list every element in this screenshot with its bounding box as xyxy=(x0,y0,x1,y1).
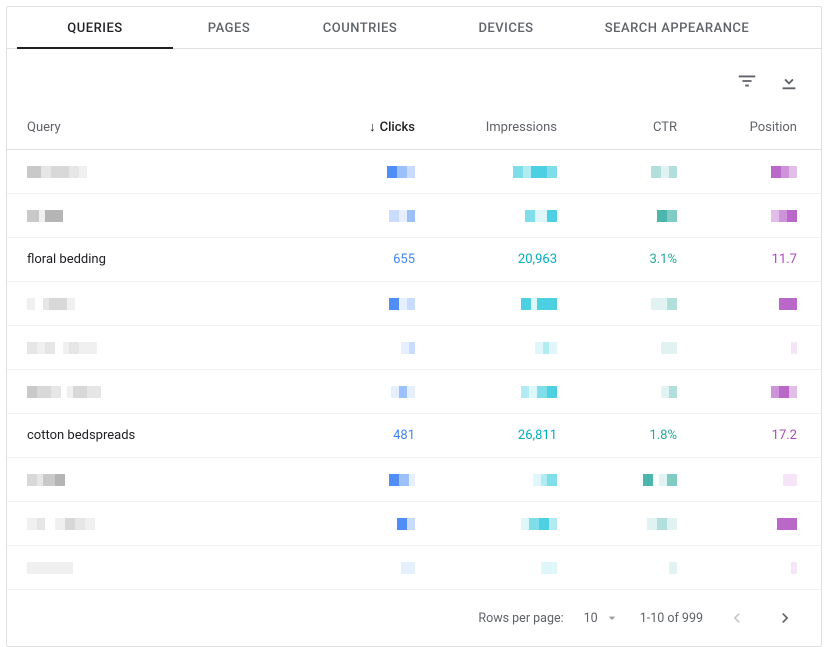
col-header-query[interactable]: Query xyxy=(7,101,339,150)
page-range: 1-10 of 999 xyxy=(640,611,703,626)
chevron-left-icon xyxy=(727,608,747,628)
table-row[interactable] xyxy=(7,194,821,238)
table-row[interactable] xyxy=(7,502,821,546)
tabs-bar: QUERIES PAGES COUNTRIES DEVICES SEARCH A… xyxy=(7,7,821,49)
table-row[interactable] xyxy=(7,370,821,414)
chevron-down-icon xyxy=(604,610,620,626)
filter-icon[interactable] xyxy=(735,69,759,93)
tab-queries[interactable]: QUERIES xyxy=(17,7,173,48)
download-icon[interactable] xyxy=(777,69,801,93)
query-cell: cotton bedspreads xyxy=(7,414,339,458)
impressions-cell: 26,811 xyxy=(439,414,581,458)
prev-page-button[interactable] xyxy=(723,604,751,632)
sort-descending-icon: ↓ xyxy=(369,119,376,135)
position-cell: 17.2 xyxy=(701,414,821,458)
col-header-ctr[interactable]: CTR xyxy=(581,101,701,150)
chevron-right-icon xyxy=(775,608,795,628)
table-footer: Rows per page: 10 1-10 of 999 xyxy=(7,590,821,646)
impressions-cell: 20,963 xyxy=(439,238,581,282)
col-header-clicks[interactable]: ↓Clicks xyxy=(339,101,439,150)
rows-per-page-label: Rows per page: xyxy=(478,611,563,626)
table-row[interactable]: floral bedding 655 20,963 3.1% 11.7 xyxy=(7,238,821,282)
col-header-position[interactable]: Position xyxy=(701,101,821,150)
tab-devices[interactable]: DEVICES xyxy=(435,7,577,48)
table-row[interactable] xyxy=(7,326,821,370)
rows-per-page-select[interactable]: 10 xyxy=(584,610,620,626)
table-row[interactable] xyxy=(7,458,821,502)
query-cell: floral bedding xyxy=(7,238,339,282)
performance-table: Query ↓Clicks Impressions CTR Position xyxy=(7,101,821,590)
clicks-cell: 481 xyxy=(339,414,439,458)
position-cell: 11.7 xyxy=(701,238,821,282)
next-page-button[interactable] xyxy=(771,604,799,632)
table-toolbar xyxy=(7,49,821,101)
table-row[interactable]: cotton bedspreads 481 26,811 1.8% 17.2 xyxy=(7,414,821,458)
table-row[interactable] xyxy=(7,546,821,590)
tab-search-appearance[interactable]: SEARCH APPEARANCE xyxy=(577,7,777,48)
table-row[interactable] xyxy=(7,282,821,326)
clicks-cell: 655 xyxy=(339,238,439,282)
tab-countries[interactable]: COUNTRIES xyxy=(285,7,435,48)
ctr-cell: 1.8% xyxy=(581,414,701,458)
ctr-cell: 3.1% xyxy=(581,238,701,282)
table-row[interactable] xyxy=(7,150,821,194)
tab-pages[interactable]: PAGES xyxy=(173,7,285,48)
col-header-impressions[interactable]: Impressions xyxy=(439,101,581,150)
